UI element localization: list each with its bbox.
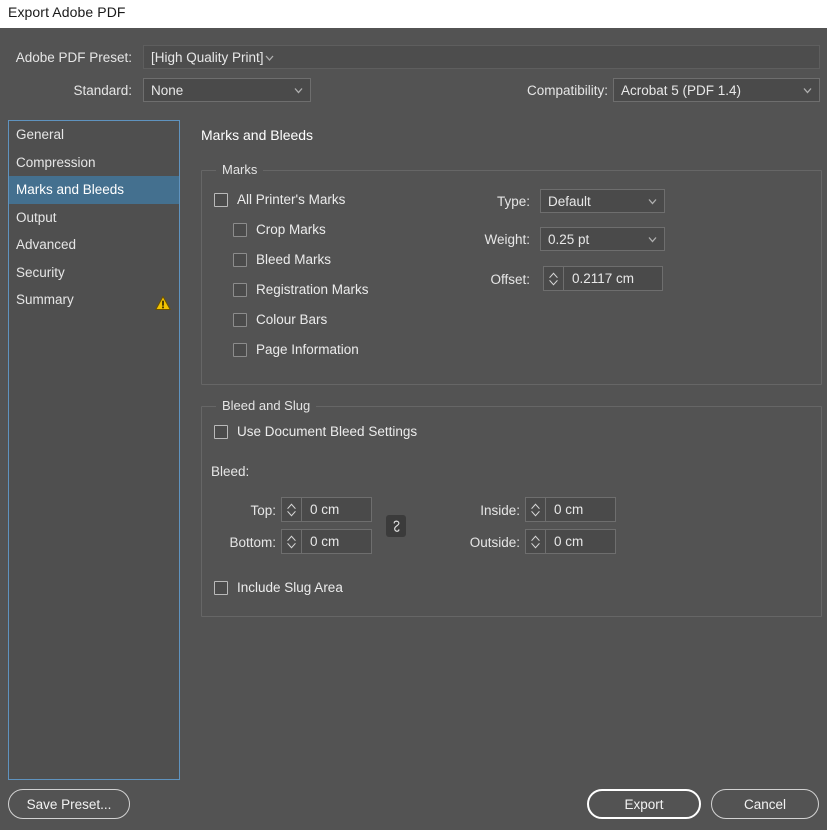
chain-link-icon[interactable] [386, 515, 406, 537]
bleed-top-value: 0 cm [310, 502, 340, 517]
marks-weight-label: Weight: [484, 232, 530, 247]
sidebar-item-label: Summary [16, 292, 74, 307]
sidebar-item-label: Compression [16, 154, 96, 170]
registration-marks-label: Registration Marks [256, 282, 369, 297]
stepper-arrows-icon[interactable] [525, 497, 545, 522]
bleed-top-label: Top: [250, 503, 276, 518]
export-label: Export [624, 796, 664, 812]
compatibility-label: Compatibility: [526, 83, 608, 98]
marks-offset-stepper[interactable]: 0.2117 cm [543, 266, 663, 291]
bleed-bottom-label: Bottom: [229, 535, 276, 550]
colour-bars-checkbox[interactable] [233, 312, 247, 327]
use-document-bleed-label: Use Document Bleed Settings [237, 424, 418, 439]
marks-type-value: Default [548, 193, 591, 209]
sidebar-item-security[interactable]: Security [9, 259, 179, 287]
cancel-button[interactable]: Cancel [711, 789, 819, 819]
marks-type-dropdown[interactable]: Default [540, 189, 665, 213]
marks-offset-input[interactable]: 0.2117 cm [563, 266, 663, 291]
stepper-arrows-icon[interactable] [543, 266, 563, 291]
marks-offset-label: Offset: [490, 272, 530, 287]
marks-weight-dropdown[interactable]: 0.25 pt [540, 227, 665, 251]
include-slug-area-checkbox[interactable] [214, 580, 228, 595]
bleed-section-label: Bleed: [211, 464, 250, 479]
cancel-label: Cancel [743, 796, 787, 812]
colour-bars-checkbox-row[interactable]: Colour Bars [233, 312, 327, 327]
all-printers-marks-checkbox-row[interactable]: All Printer's Marks [214, 192, 345, 207]
bleed-bottom-stepper[interactable]: 0 cm [281, 529, 372, 554]
crop-marks-checkbox[interactable] [233, 222, 247, 237]
marks-type-label: Type: [496, 194, 530, 209]
bleed-outside-input[interactable]: 0 cm [545, 529, 616, 554]
sidebar-item-label: Advanced [16, 237, 77, 252]
sidebar-item-general[interactable]: General [9, 121, 179, 149]
use-document-bleed-checkbox-row[interactable]: Use Document Bleed Settings [214, 424, 417, 439]
page-information-checkbox-row[interactable]: Page Information [233, 342, 359, 357]
standard-value: None [151, 82, 184, 98]
export-adobe-pdf-dialog: Export Adobe PDF Adobe PDF Preset: [High… [0, 0, 827, 830]
use-document-bleed-checkbox[interactable] [214, 424, 228, 439]
sidebar-item-label: Marks and Bleeds [16, 182, 125, 197]
preset-value: [High Quality Print] [151, 49, 264, 65]
bleed-top-input[interactable]: 0 cm [301, 497, 372, 522]
export-button[interactable]: Export [587, 789, 701, 819]
standard-dropdown[interactable]: None [143, 78, 311, 102]
all-printers-marks-label: All Printer's Marks [237, 192, 346, 207]
bleed-outside-stepper[interactable]: 0 cm [525, 529, 616, 554]
stepper-arrows-icon[interactable] [525, 529, 545, 554]
colour-bars-label: Colour Bars [256, 312, 328, 327]
bleed-bottom-value: 0 cm [310, 534, 340, 549]
crop-marks-checkbox-row[interactable]: Crop Marks [233, 222, 326, 237]
bleed-outside-value: 0 cm [554, 534, 584, 549]
bleed-marks-label: Bleed Marks [256, 252, 332, 267]
chevron-down-icon [264, 52, 275, 63]
bleed-inside-value: 0 cm [554, 502, 584, 517]
all-printers-marks-checkbox[interactable] [214, 192, 228, 207]
include-slug-area-checkbox-row[interactable]: Include Slug Area [214, 580, 343, 595]
include-slug-area-label: Include Slug Area [237, 580, 343, 595]
window-title: Export Adobe PDF [8, 4, 126, 20]
bleed-inside-input[interactable]: 0 cm [545, 497, 616, 522]
sidebar-item-label: Security [16, 264, 65, 280]
marks-weight-value: 0.25 pt [548, 231, 590, 247]
compatibility-dropdown[interactable]: Acrobat 5 (PDF 1.4) [613, 78, 820, 102]
bleed-inside-label: Inside: [480, 503, 520, 518]
warning-triangle-icon [155, 292, 171, 310]
sidebar-item-advanced[interactable]: Advanced [9, 231, 179, 259]
save-preset-button[interactable]: Save Preset... [8, 789, 130, 819]
preset-dropdown[interactable]: [High Quality Print] [143, 45, 820, 69]
crop-marks-label: Crop Marks [256, 222, 326, 237]
chevron-down-icon [647, 234, 658, 245]
sidebar-item-marks-and-bleeds[interactable]: Marks and Bleeds [9, 176, 179, 204]
page-title: Marks and Bleeds [201, 127, 314, 143]
bleed-bottom-input[interactable]: 0 cm [301, 529, 372, 554]
sidebar-item-summary[interactable]: Summary [9, 286, 179, 314]
compatibility-value: Acrobat 5 (PDF 1.4) [621, 82, 742, 98]
save-preset-label: Save Preset... [26, 796, 112, 812]
marks-group-label: Marks [216, 162, 264, 177]
sidebar-item-label: Output [16, 209, 57, 225]
page-information-label: Page Information [256, 342, 359, 357]
bleed-marks-checkbox[interactable] [233, 252, 247, 267]
chevron-down-icon [647, 196, 658, 207]
stepper-arrows-icon[interactable] [281, 497, 301, 522]
sidebar-item-output[interactable]: Output [9, 204, 179, 232]
page-information-checkbox[interactable] [233, 342, 247, 357]
bleed-marks-checkbox-row[interactable]: Bleed Marks [233, 252, 331, 267]
preset-label: Adobe PDF Preset: [15, 50, 132, 65]
settings-sidebar[interactable]: General Compression Marks and Bleeds Out… [8, 120, 180, 780]
marks-offset-value: 0.2117 cm [572, 271, 635, 286]
sidebar-item-compression[interactable]: Compression [9, 149, 179, 177]
registration-marks-checkbox[interactable] [233, 282, 247, 297]
chevron-down-icon [293, 85, 304, 96]
bleed-top-stepper[interactable]: 0 cm [281, 497, 372, 522]
standard-label: Standard: [73, 83, 132, 98]
chevron-down-icon [802, 85, 813, 96]
sidebar-item-label: General [16, 127, 65, 142]
bleed-outside-label: Outside: [469, 535, 520, 550]
title-bar: Export Adobe PDF [0, 0, 827, 28]
registration-marks-checkbox-row[interactable]: Registration Marks [233, 282, 369, 297]
stepper-arrows-icon[interactable] [281, 529, 301, 554]
bleed-inside-stepper[interactable]: 0 cm [525, 497, 616, 522]
bleed-and-slug-group-label: Bleed and Slug [216, 398, 317, 413]
